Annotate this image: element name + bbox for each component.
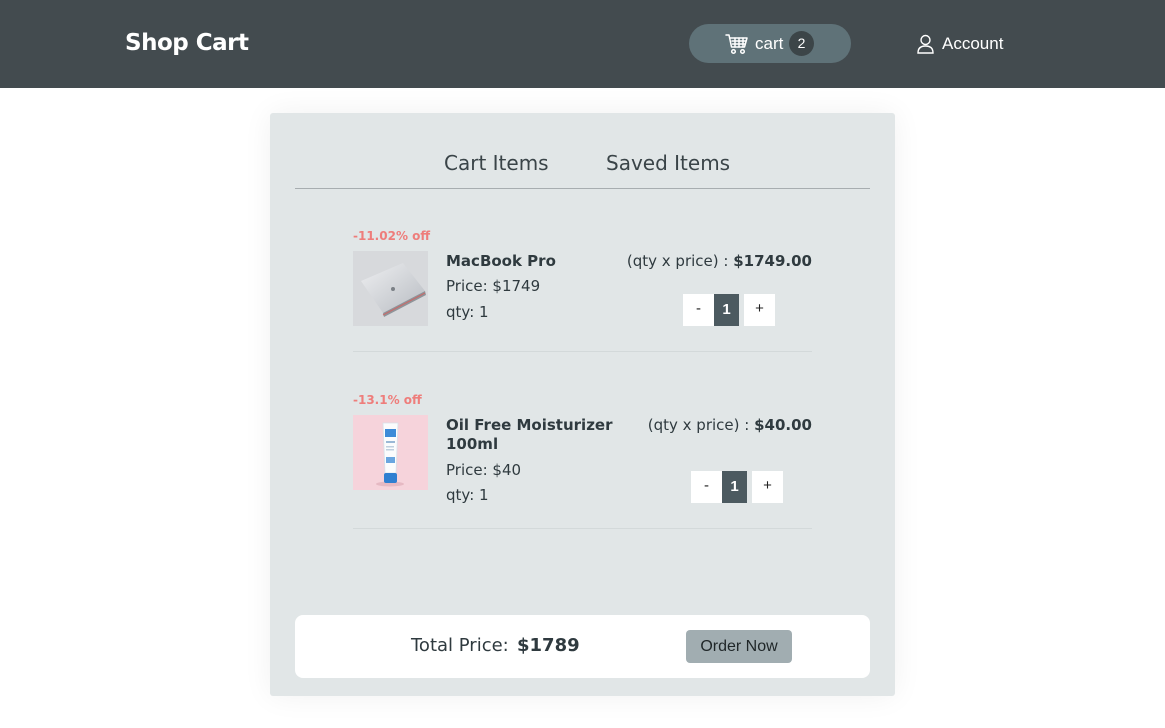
- tab-saved-items[interactable]: Saved Items: [606, 151, 730, 175]
- product-name[interactable]: MacBook Pro: [446, 252, 626, 270]
- cart-item: -13.1% off Oil Free Moisturizer 100ml Pr…: [353, 390, 812, 529]
- product-price: Price: $40: [446, 461, 522, 479]
- user-icon: [917, 34, 934, 54]
- discount-badge: -11.02% off: [353, 229, 431, 243]
- cart-count-badge: 2: [789, 31, 814, 56]
- increment-button[interactable]: +: [752, 471, 783, 503]
- moisturizer-tube-image: [353, 415, 428, 490]
- product-qty: qty: 1: [446, 303, 489, 321]
- tab-cart-items[interactable]: Cart Items: [444, 151, 549, 175]
- brand-logo[interactable]: Shop Cart: [125, 30, 249, 56]
- cart-panel: Cart Items Saved Items -11.02% off MacBo…: [270, 113, 895, 696]
- product-name[interactable]: Oil Free Moisturizer 100ml: [446, 416, 616, 454]
- cart-item: -11.02% off MacBook Pro Price: $1749 qty…: [353, 226, 812, 352]
- total-price-label: Total Price:: [411, 635, 509, 656]
- order-summary-bar: Total Price: $1789 Order Now: [295, 615, 870, 678]
- decrement-button[interactable]: -: [683, 294, 714, 326]
- line-total: (qty x price) : $40.00: [648, 416, 812, 434]
- line-total-value: $40.00: [754, 416, 812, 434]
- quantity-value: 1: [714, 294, 739, 326]
- discount-badge: -13.1% off: [353, 393, 422, 407]
- cart-button[interactable]: cart 2: [689, 24, 851, 63]
- order-now-button[interactable]: Order Now: [686, 630, 792, 663]
- product-price: Price: $1749: [446, 277, 541, 295]
- top-navbar: Shop Cart cart 2 Account: [0, 0, 1165, 88]
- cart-tabs: Cart Items Saved Items: [295, 113, 870, 189]
- shopping-cart-icon: [725, 34, 748, 55]
- laptop-image: [353, 251, 428, 326]
- total-price-value: $1789: [517, 635, 580, 656]
- line-total-label: (qty x price) :: [647, 416, 750, 434]
- account-label: Account: [942, 34, 1004, 53]
- product-qty: qty: 1: [446, 486, 489, 504]
- cart-label: cart: [755, 34, 784, 53]
- line-total: (qty x price) : $1749.00: [627, 252, 812, 270]
- increment-button[interactable]: +: [744, 294, 775, 326]
- quantity-value: 1: [722, 471, 747, 503]
- decrement-button[interactable]: -: [691, 471, 722, 503]
- line-total-value: $1749.00: [733, 252, 812, 270]
- line-total-label: (qty x price) :: [626, 252, 729, 270]
